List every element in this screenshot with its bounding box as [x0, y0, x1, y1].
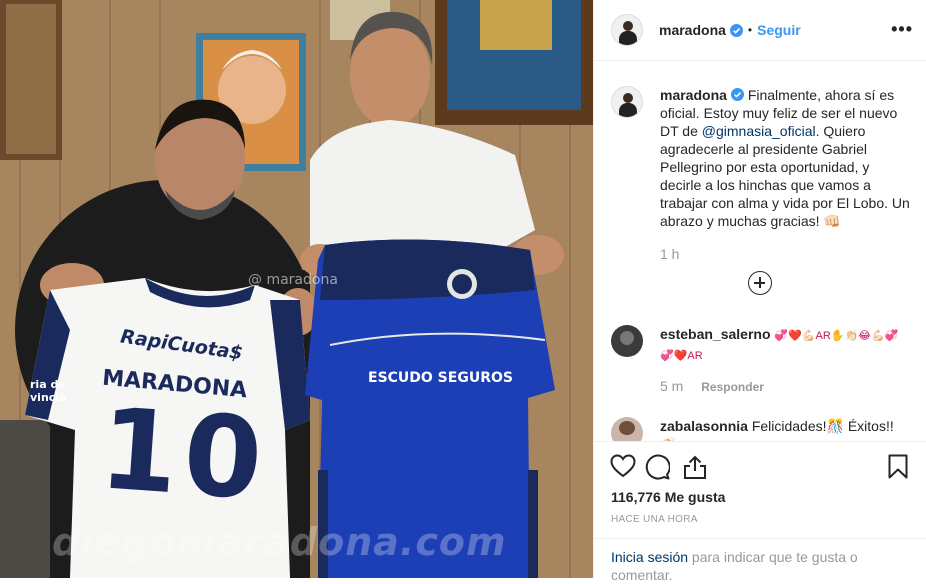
verified-badge-icon [729, 23, 743, 37]
caption-text: maradona Finalmente, ahora sí es oficial… [660, 86, 910, 230]
reply-button[interactable]: Responder [701, 380, 764, 394]
more-options-icon[interactable]: ••• [891, 20, 913, 38]
comment-icon[interactable] [644, 454, 670, 480]
comment-username[interactable]: esteban_salerno [660, 326, 771, 342]
follow-button[interactable]: Seguir [757, 22, 801, 38]
post-side-panel: maradona • Seguir ••• maradona Finalment… [593, 0, 926, 583]
login-prompt: Inicia sesión para indicar que te gusta … [611, 548, 871, 584]
post-photo[interactable]: RapiCuota$ MARADONA 10 ria de vincia ESC… [0, 0, 593, 578]
comment-meta: 5 m Responder [660, 378, 764, 394]
comment-username[interactable]: zabalasonnia [660, 418, 748, 434]
jersey-left-number: 10 [95, 384, 273, 526]
comment-item: esteban_salerno 💞❤️💪🏻AR✋👏🏻😂💪🏻💞 💞❤️AR [611, 325, 911, 365]
load-more-comments-icon[interactable] [748, 271, 772, 295]
avatar-head-shape [623, 93, 633, 103]
post-caption: maradona Finalmente, ahora sí es oficial… [611, 86, 911, 230]
likes-count[interactable]: 116,776 Me gusta [611, 489, 725, 505]
share-icon[interactable] [683, 454, 707, 480]
photo-site-watermark: diegomaradona.com [52, 520, 507, 564]
post-header: maradona • Seguir ••• [594, 0, 926, 61]
caption-mention-link[interactable]: @gimnasia_oficial [702, 123, 816, 139]
verified-badge-icon [730, 88, 744, 101]
instagram-post: RapiCuota$ MARADONA 10 ria de vincia ESC… [0, 0, 926, 583]
bookmark-icon[interactable] [888, 454, 908, 479]
caption-username[interactable]: maradona [660, 87, 727, 103]
comment-text: esteban_salerno 💞❤️💪🏻AR✋👏🏻😂💪🏻💞 💞❤️AR [660, 325, 900, 365]
photo-ig-watermark: @ maradona [248, 272, 338, 288]
avatar-body-shape [619, 103, 637, 117]
login-link[interactable]: Inicia sesión [611, 549, 688, 565]
photo-illustration [0, 0, 593, 578]
jersey-left-sleeve: ria de vincia [30, 378, 67, 404]
divider [594, 538, 926, 539]
avatar[interactable] [611, 86, 643, 118]
jersey-right-sponsor: ESCUDO SEGUROS [368, 370, 513, 386]
avatar[interactable] [611, 14, 643, 46]
posted-time[interactable]: HACE UNA HORA [611, 514, 698, 525]
avatar-body-shape [619, 31, 637, 45]
avatar-head-shape [623, 21, 633, 31]
heart-icon[interactable] [610, 454, 636, 478]
commenter-avatar[interactable] [611, 325, 643, 357]
header-username[interactable]: maradona [659, 22, 726, 38]
action-icons [610, 454, 912, 480]
header-separator: • [747, 23, 753, 37]
post-actions: 116,776 Me gusta HACE UNA HORA Inicia se… [594, 441, 926, 583]
caption-time[interactable]: 1 h [660, 246, 679, 262]
comment-time[interactable]: 5 m [660, 378, 683, 394]
